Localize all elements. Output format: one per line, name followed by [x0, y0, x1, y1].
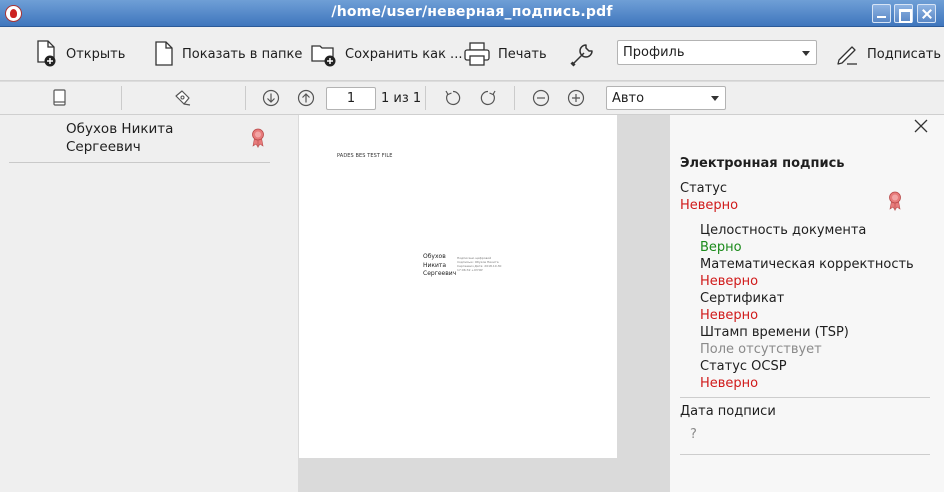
document-viewer[interactable]: PADES BES TEST FILE Обухов Никита Сергее…: [298, 115, 670, 492]
open-file-icon: [37, 40, 56, 67]
status-value: Неверно: [680, 198, 739, 213]
save-as-button[interactable]: Сохранить как ...: [311, 39, 462, 69]
signature-details-panel: Электронная подпись Статус Неверно Целос…: [670, 115, 944, 492]
signature-stamp-name: Обухов Никита Сергеевич: [423, 253, 457, 277]
panel-divider: [680, 454, 930, 455]
maximize-button[interactable]: [894, 4, 913, 23]
window-titlebar: /home/user/неверная_подпись.pdf: [0, 0, 944, 27]
check-ocsp-value: Неверно: [700, 376, 759, 391]
next-page-icon[interactable]: [262, 88, 280, 108]
page-count: 1 из 1: [381, 91, 422, 106]
minimize-button[interactable]: [872, 4, 891, 23]
zoom-select[interactable]: Авто: [606, 86, 726, 110]
zoom-value: Авто: [612, 90, 645, 106]
sign-label: Подписать: [867, 46, 942, 62]
panel-divider: [680, 397, 930, 398]
check-certificate-label: Сертификат: [700, 291, 785, 306]
document-header-text: PADES BES TEST FILE: [337, 153, 393, 159]
document-page: PADES BES TEST FILE Обухов Никита Сергее…: [299, 115, 617, 458]
save-as-label: Сохранить как ...: [345, 46, 463, 62]
wrench-icon: [570, 44, 593, 67]
panel-title: Электронная подпись: [680, 156, 845, 171]
invalid-signature-badge-icon: [252, 128, 264, 148]
rotate-left-icon[interactable]: [443, 88, 463, 108]
signature-stamp-details: Подписано цифровой подписью: Обухов Ники…: [457, 256, 502, 272]
zoom-out-icon[interactable]: [532, 88, 550, 108]
open-label: Открыть: [66, 46, 126, 62]
toolbar-separator: [425, 86, 426, 110]
book-icon[interactable]: [52, 88, 68, 108]
check-timestamp-value: Поле отсутствует: [700, 342, 822, 357]
show-in-folder-button[interactable]: Показать в папке: [154, 39, 302, 69]
check-ocsp-label: Статус OCSP: [700, 359, 787, 374]
check-timestamp-label: Штамп времени (TSP): [700, 325, 849, 340]
signature-list-item[interactable]: Обухов Никита Сергеевич: [9, 115, 270, 163]
signing-date-label: Дата подписи: [680, 404, 776, 419]
check-math-value: Неверно: [700, 274, 759, 289]
signer-name: Обухов Никита Сергеевич: [66, 121, 174, 155]
profile-select[interactable]: Профиль: [617, 40, 817, 65]
print-button[interactable]: Печать: [464, 39, 547, 69]
toolbar-separator: [121, 86, 122, 110]
toolbar-separator: [245, 86, 246, 110]
printer-icon: [464, 42, 490, 66]
check-math-label: Математическая корректность: [700, 257, 914, 272]
main-toolbar: Открыть Показать в папке Сохранить как .…: [0, 27, 944, 81]
status-label: Статус: [680, 181, 728, 196]
profile-value: Профиль: [623, 45, 685, 60]
check-integrity-label: Целостность документа: [700, 223, 867, 238]
open-button[interactable]: Открыть: [36, 39, 125, 69]
page-number-input[interactable]: 1: [326, 87, 376, 110]
navigation-bar: 1 1 из 1 Авто: [0, 82, 944, 115]
document-icon: [155, 41, 173, 66]
signature-pen-icon[interactable]: [173, 88, 193, 108]
invalid-status-badge-icon: [889, 191, 901, 211]
signatures-sidebar: Обухов Никита Сергеевич: [0, 115, 298, 492]
signing-date-value: ?: [690, 427, 697, 442]
previous-page-icon[interactable]: [297, 88, 315, 108]
close-icon[interactable]: [913, 118, 929, 134]
print-label: Печать: [498, 46, 547, 62]
show-in-folder-label: Показать в папке: [182, 46, 303, 62]
pen-icon: [837, 46, 857, 65]
chevron-down-icon: [711, 96, 719, 101]
settings-button[interactable]: [570, 39, 596, 69]
rotate-right-icon[interactable]: [478, 88, 498, 108]
zoom-in-icon[interactable]: [567, 88, 585, 108]
window-title: /home/user/неверная_подпись.pdf: [331, 4, 613, 20]
close-window-button[interactable]: [917, 4, 936, 23]
check-integrity-value: Верно: [700, 240, 742, 255]
sign-button[interactable]: Подписать: [835, 39, 941, 69]
check-certificate-value: Неверно: [700, 308, 759, 323]
save-folder-icon: [311, 45, 336, 67]
toolbar-separator: [514, 86, 515, 110]
chevron-down-icon: [802, 50, 810, 56]
